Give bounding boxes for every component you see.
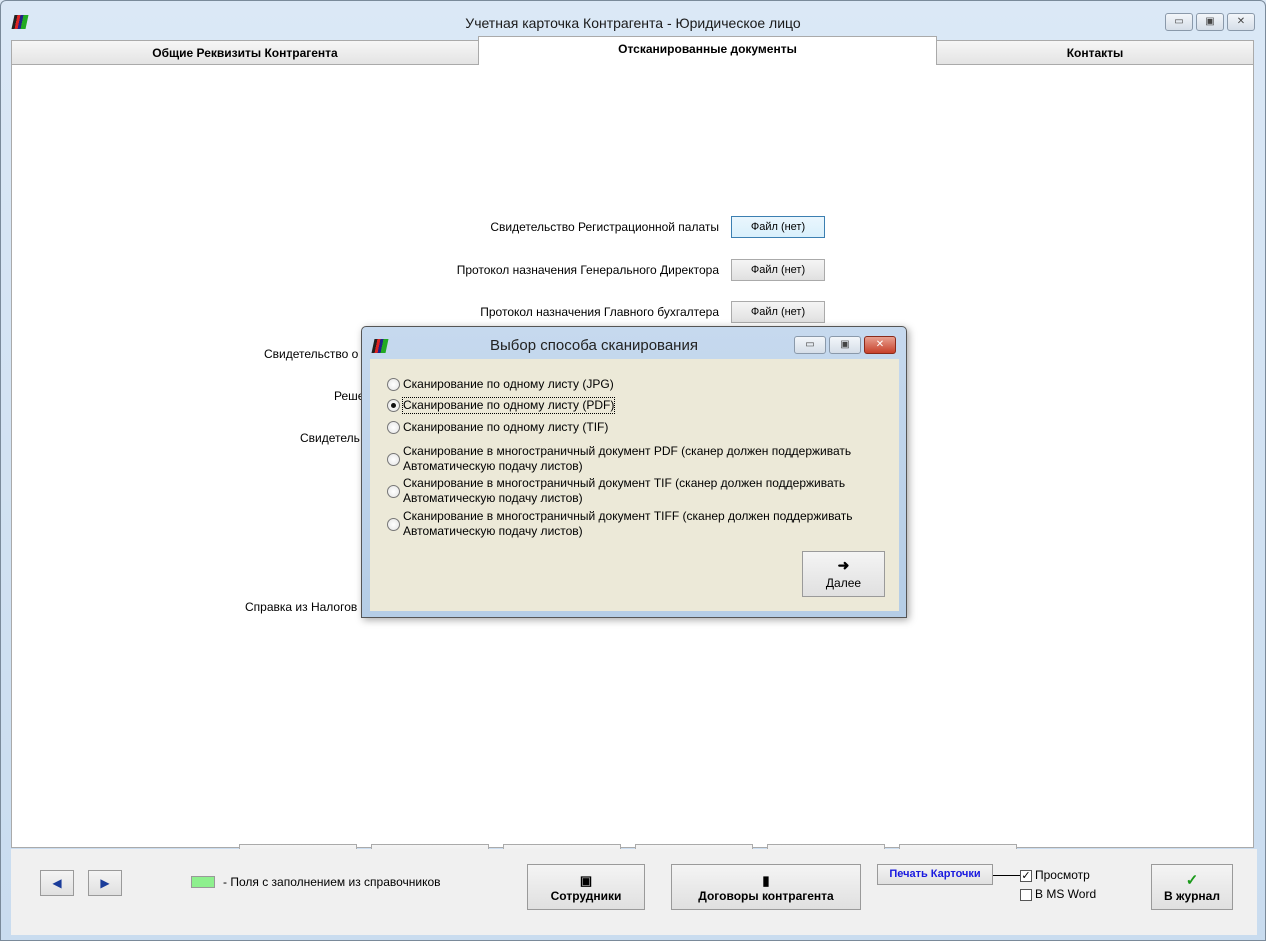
arrow-right-icon: ▶	[100, 876, 110, 890]
option-multipage-pdf-radio[interactable]: Сканирование в многостраничный документ …	[387, 444, 851, 474]
dialog-maximize-button[interactable]: ▣	[829, 336, 861, 354]
employees-label: Сотрудники	[550, 889, 622, 903]
tab-scanned-documents[interactable]: Отсканированные документы	[478, 36, 937, 65]
option-jpg-radio[interactable]: Сканирование по одному листу (JPG)	[387, 377, 614, 392]
doc-label: Протокол назначения Генерального Директо…	[456, 263, 719, 277]
preview-label: Просмотр	[1035, 868, 1090, 882]
next-record-button[interactable]: ▶	[88, 870, 122, 896]
check-icon: ✓	[1020, 869, 1032, 882]
minimize-button[interactable]: ▭	[1165, 13, 1193, 31]
maximize-button[interactable]: ▣	[1196, 13, 1224, 31]
connector-line	[993, 875, 1021, 876]
radio-circle	[387, 517, 400, 531]
contracts-button[interactable]: ▮ Договоры контрагента	[671, 864, 861, 910]
doc-label: Свидетельство Регистрационной палаты	[490, 220, 719, 234]
option-label: Сканирование в многостраничный документ …	[403, 476, 846, 505]
option-tif-radio[interactable]: Сканирование по одному листу (TIF)	[387, 420, 608, 435]
file-button-accountant[interactable]: Файл (нет)	[731, 301, 825, 323]
contracts-label: Договоры контрагента	[698, 889, 834, 903]
tab-general[interactable]: Общие Реквизиты Контрагента	[11, 40, 479, 65]
option-multipage-tif-radio[interactable]: Сканирование в многостраничный документ …	[387, 476, 845, 506]
employees-button[interactable]: ▣ Сотрудники	[527, 864, 645, 910]
radio-circle	[387, 399, 400, 412]
file-button-director[interactable]: Файл (нет)	[731, 259, 825, 281]
doc-label: Протокол назначения Главного бухгалтера	[480, 305, 719, 319]
dialog-minimize-button[interactable]: ▭	[794, 336, 826, 354]
option-label: Сканирование по одному листу (PDF)	[401, 397, 616, 414]
tab-contacts[interactable]: Контакты	[936, 40, 1254, 65]
bottom-bar: ◀ ▶ - Поля с заполнением из справочников…	[11, 849, 1257, 935]
preview-checkbox[interactable]: ✓ Просмотр	[1020, 868, 1090, 882]
radio-circle	[387, 378, 400, 391]
option-label: Сканирование по одному листу (JPG)	[403, 377, 614, 391]
checkmark-icon: ✓	[1185, 872, 1199, 889]
window-title: Учетная карточка Контрагента - Юридическ…	[465, 15, 801, 31]
next-button[interactable]: ➜ Далее	[802, 551, 885, 597]
checkbox-box	[1020, 888, 1032, 901]
doc-label: Свидетель	[300, 431, 360, 445]
legend-swatch	[191, 876, 215, 888]
employees-icon: ▣	[579, 873, 593, 888]
prev-record-button[interactable]: ◀	[40, 870, 74, 896]
legend-text: - Поля с заполнением из справочников	[223, 875, 441, 889]
arrow-left-icon: ◀	[52, 876, 62, 890]
option-label: Сканирование в многостраничный документ …	[403, 509, 853, 538]
journal-button[interactable]: ✓ В журнал	[1151, 864, 1233, 910]
next-label: Далее	[825, 576, 862, 590]
file-button-registration[interactable]: Файл (нет)	[731, 216, 825, 238]
radio-circle	[387, 452, 400, 466]
option-multipage-tiff-radio[interactable]: Сканирование в многостраничный документ …	[387, 509, 852, 539]
msword-checkbox[interactable]: В MS Word	[1020, 887, 1096, 901]
radio-circle	[387, 421, 400, 434]
option-label: Сканирование по одному листу (TIF)	[403, 420, 609, 434]
option-pdf-radio[interactable]: Сканирование по одному листу (PDF)	[387, 397, 616, 414]
scan-method-dialog: Выбор способа сканирования ▭ ▣ ✕ Сканиро…	[361, 326, 907, 618]
arrow-right-icon: ➜	[837, 557, 850, 573]
doc-label: Реше	[334, 389, 365, 403]
close-button[interactable]: ✕	[1227, 13, 1255, 31]
doc-label: Свидетельство о	[264, 347, 359, 361]
print-card-button[interactable]: Печать Карточки	[877, 864, 993, 885]
doc-label: Справка из Налогов	[245, 600, 358, 614]
book-icon: ▮	[762, 873, 770, 888]
dialog-close-button[interactable]: ✕	[864, 336, 896, 354]
msword-label: В MS Word	[1035, 887, 1097, 901]
radio-circle	[387, 484, 400, 498]
option-label: Сканирование в многостраничный документ …	[403, 444, 852, 473]
journal-label: В журнал	[1164, 889, 1220, 903]
